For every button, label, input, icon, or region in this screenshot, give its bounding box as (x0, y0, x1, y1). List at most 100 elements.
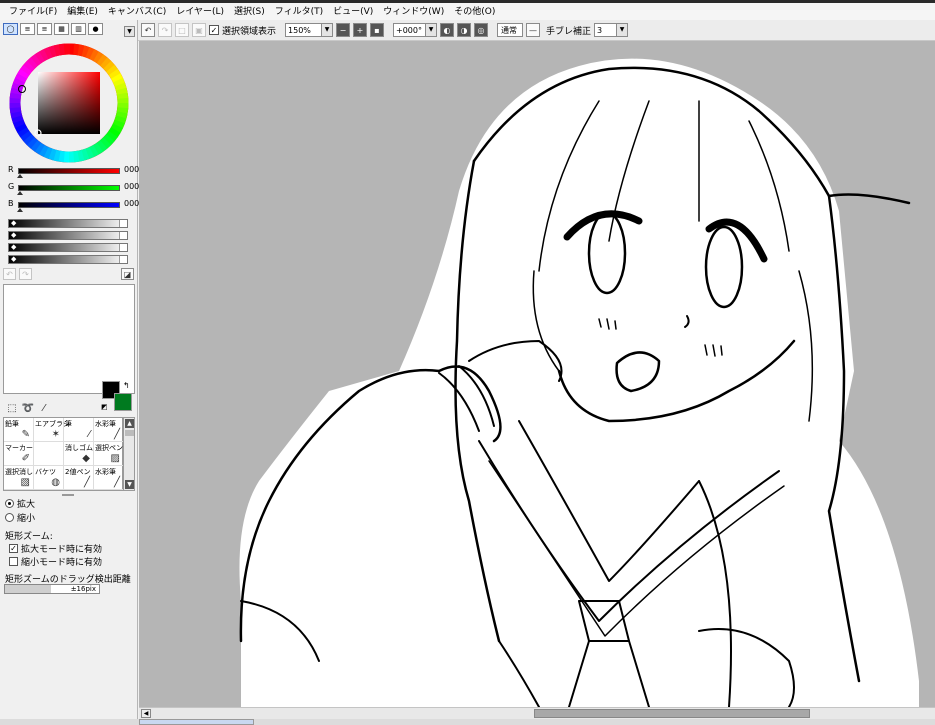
brush-label: マーカー (5, 444, 33, 452)
brush-slot-3[interactable]: 水彩筆 ╱ (94, 418, 124, 442)
canvas-drawing[interactable] (139, 41, 935, 707)
menu-file[interactable]: ファイル(F) (4, 5, 62, 19)
scratch-clear-icon[interactable]: ◪ (121, 268, 134, 280)
scratchpad-canvas[interactable] (3, 284, 135, 394)
menu-window[interactable]: ウィンドウ(W) (378, 5, 449, 19)
magic-wand-icon[interactable]: ⁄ (36, 400, 52, 416)
enable-zoom-out-checkbox[interactable] (9, 557, 18, 566)
scroll-up-icon[interactable]: ▲ (125, 419, 134, 428)
panel-splitter[interactable] (62, 494, 74, 496)
zoom-in-icon[interactable]: + (353, 23, 368, 37)
drag-distance-value: ±16pix (70, 585, 96, 593)
brush-slot-8[interactable]: 選択消し ▧ (4, 466, 34, 490)
brush-slot-9[interactable]: バケツ ◍ (34, 466, 64, 490)
color-wheel-tab-icon[interactable]: ◯ (3, 23, 18, 35)
zoom-in-option[interactable]: 拡大 (5, 497, 35, 510)
value-slider-1[interactable]: ◆ (8, 219, 128, 228)
scratchpad-tab-icon[interactable]: ● (88, 23, 103, 35)
swatches-tab-icon[interactable]: ▥ (71, 23, 86, 35)
zoom-out-option[interactable]: 縮小 (5, 511, 35, 524)
slider-knob-icon[interactable]: ◆ (11, 244, 16, 251)
stabilizer-select[interactable]: 3 ▼ (594, 23, 629, 37)
menu-edit[interactable]: 編集(E) (62, 5, 103, 19)
color-mixer-tab-icon[interactable]: ▦ (54, 23, 69, 35)
menu-canvas[interactable]: キャンバス(C) (103, 5, 171, 19)
menu-other[interactable]: その他(O) (449, 5, 500, 19)
brush-slot-2[interactable]: 筆 ⁄ (64, 418, 94, 442)
green-slider-row: G 000 (6, 182, 139, 195)
background-color-swatch[interactable] (114, 393, 132, 411)
rgb-slider-tab-icon[interactable]: ≡ (20, 23, 35, 35)
enable-zoom-in-checkbox[interactable]: ✓ (9, 544, 18, 553)
green-value[interactable]: 000 (124, 182, 139, 191)
blend-mode-button[interactable]: 通常 (497, 23, 524, 37)
zoom-in-radio[interactable] (5, 499, 14, 508)
color-wheel[interactable] (8, 42, 130, 164)
red-slider-knob[interactable] (17, 174, 23, 178)
rotate-reset-icon[interactable]: ◎ (474, 23, 489, 37)
menu-view[interactable]: ビュー(V) (328, 5, 378, 19)
brush-slot-4[interactable]: マーカー ✐ (4, 442, 34, 466)
enable-zoom-out-option[interactable]: 縮小モード時に有効 (9, 555, 102, 568)
enable-zoom-in-label: 拡大モード時に有効 (21, 545, 103, 555)
rotation-select[interactable]: +000° ▼ (393, 23, 438, 37)
flip-icon[interactable]: — (526, 23, 541, 37)
undo-icon[interactable]: ↶ (141, 23, 155, 37)
brush-slot-10[interactable]: 2値ペン ╱ (64, 466, 94, 490)
selection-visible-checkbox[interactable]: ✓ (209, 25, 219, 35)
transparent-color-icon[interactable]: ◩ (101, 403, 108, 411)
rotate-left-icon[interactable]: ◐ (440, 23, 455, 37)
green-slider[interactable] (18, 185, 120, 191)
slider-knob-icon[interactable]: ◆ (11, 220, 16, 227)
swap-colors-icon[interactable]: ↰ (123, 381, 130, 390)
redo-icon[interactable]: ↷ (158, 23, 172, 37)
invert-selection-icon[interactable]: ▣ (192, 23, 206, 37)
enable-zoom-in-option[interactable]: ✓ 拡大モード時に有効 (9, 542, 102, 555)
scratch-prev-icon[interactable]: ↶ (3, 268, 16, 280)
green-slider-knob[interactable] (17, 191, 23, 195)
zoom-select[interactable]: 150% ▼ (285, 23, 334, 37)
hsv-slider-tab-icon[interactable]: ≡ (37, 23, 52, 35)
canvas-area[interactable] (139, 41, 935, 707)
scroll-left-icon[interactable]: ◀ (141, 709, 151, 718)
horizontal-scroll-thumb[interactable] (534, 709, 810, 718)
slider-end (119, 232, 127, 239)
drag-distance-slider[interactable]: ±16pix (4, 584, 100, 594)
blue-slider[interactable] (18, 202, 120, 208)
brush-slot-11[interactable]: 水彩筆 ╱ (94, 466, 124, 490)
red-value[interactable]: 000 (124, 165, 139, 174)
panel-options-icon[interactable]: ▼ (124, 26, 135, 37)
blue-value[interactable]: 000 (124, 199, 139, 208)
value-slider-3[interactable]: ◆ (8, 243, 128, 252)
brush-slot-6[interactable]: 消しゴム ◆ (64, 442, 94, 466)
menu-select[interactable]: 選択(S) (229, 5, 270, 19)
menu-layer[interactable]: レイヤー(L) (171, 5, 229, 19)
rotate-right-icon[interactable]: ◑ (457, 23, 472, 37)
brush-slot-5[interactable] (34, 442, 64, 466)
value-slider-4[interactable]: ◆ (8, 255, 128, 264)
left-panel: ◯ ≡ ≡ ▦ ▥ ● ▼ R 000 G 000 B 000 ◆ ◆ ◆ ◆ … (0, 20, 139, 725)
blue-slider-knob[interactable] (17, 208, 23, 212)
red-slider[interactable] (18, 168, 120, 174)
zoom-out-icon[interactable]: − (336, 23, 351, 37)
value-slider-2[interactable]: ◆ (8, 231, 128, 240)
deselect-icon[interactable]: □ (175, 23, 189, 37)
brush-slot-0[interactable]: 鉛筆 ✎ (4, 418, 34, 442)
rect-select-icon[interactable]: ⬚ (4, 400, 20, 416)
binary-pen-icon: ╱ (83, 477, 90, 488)
brush-slot-7[interactable]: 選択ペン ▨ (94, 442, 124, 466)
scroll-thumb[interactable] (125, 430, 134, 436)
menu-filter[interactable]: フィルタ(T) (270, 5, 328, 19)
brush-slot-1[interactable]: エアブラシ ✶ (34, 418, 70, 442)
slider-knob-icon[interactable]: ◆ (11, 232, 16, 239)
canvas-tab[interactable] (139, 719, 254, 725)
scroll-down-icon[interactable]: ▼ (125, 480, 134, 489)
brush-grid-scrollbar[interactable]: ▲ ▼ (123, 417, 135, 491)
canvas-horizontal-scrollbar[interactable]: ◀ (139, 707, 935, 719)
scratch-next-icon[interactable]: ↷ (19, 268, 32, 280)
lasso-icon[interactable]: ➰ (20, 400, 36, 416)
zoom-reset-icon[interactable]: ▪ (370, 23, 385, 37)
slider-knob-icon[interactable]: ◆ (11, 256, 16, 263)
rotation-value: +000° (396, 25, 422, 35)
zoom-out-radio[interactable] (5, 513, 14, 522)
